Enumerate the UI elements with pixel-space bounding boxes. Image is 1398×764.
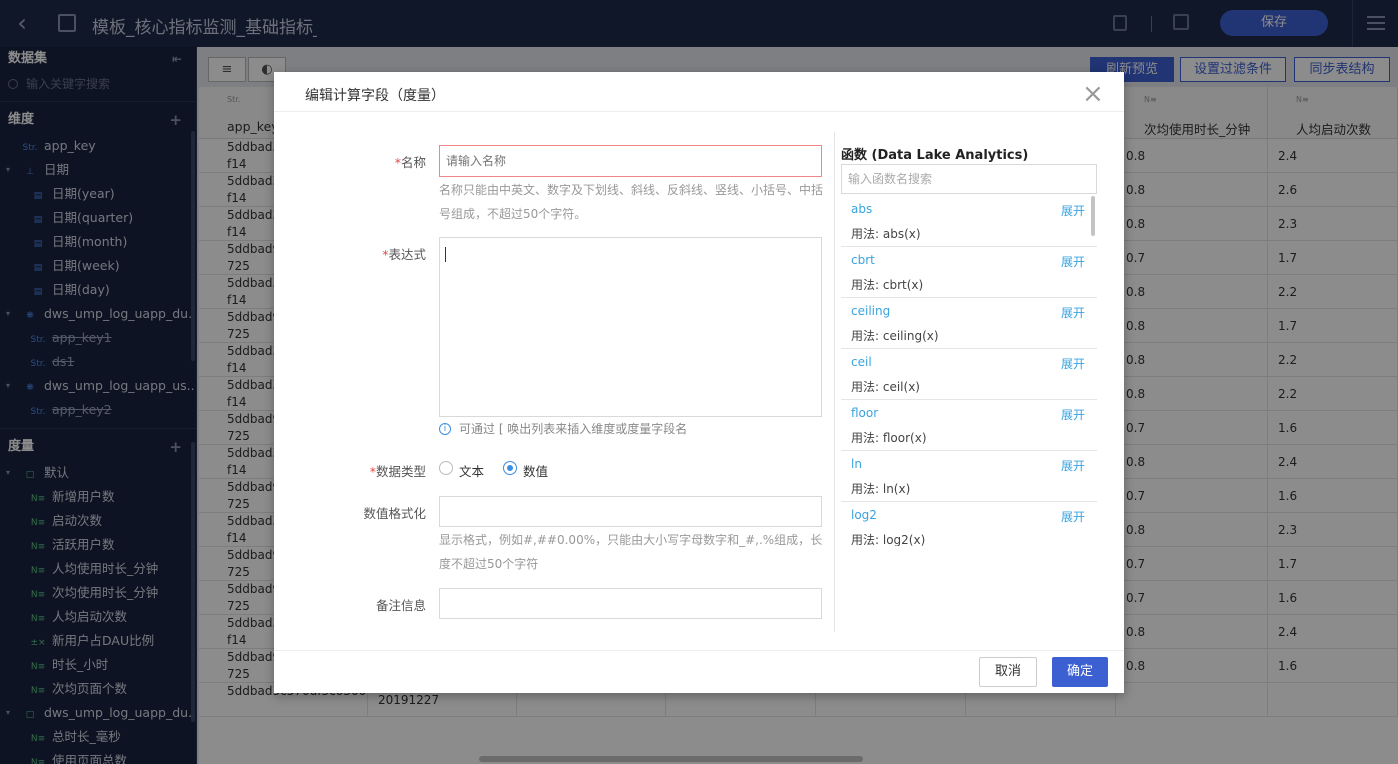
divider (274, 650, 1124, 651)
edit-calculated-field-dialog: 编辑计算字段（度量） × *名称 名称只能由中英文、数字及下划线、斜线、反斜线、… (274, 72, 1124, 693)
function-item[interactable]: abs 展开用法: abs(x) (841, 196, 1097, 247)
function-usage: 用法: log2(x) (851, 533, 926, 546)
type-text-label: 文本 (459, 464, 485, 479)
type-number-label: 数值 (523, 464, 549, 479)
function-item[interactable]: floor 展开用法: floor(x) (841, 400, 1097, 451)
function-name[interactable]: floor (851, 406, 878, 420)
type-number-radio[interactable] (503, 461, 517, 475)
function-item[interactable]: cbrt 展开用法: cbrt(x) (841, 247, 1097, 298)
function-search-input[interactable]: 输入函数名搜索 (841, 164, 1097, 194)
type-text-radio[interactable] (439, 461, 453, 475)
name-label: *名称 (394, 155, 426, 170)
function-name[interactable]: ceil (851, 355, 872, 369)
function-usage: 用法: ln(x) (851, 482, 911, 496)
expression-hint: 可通过 [ 唤出列表来插入维度或度量字段名 (459, 422, 688, 436)
expand-link[interactable]: 展开 (1061, 508, 1085, 525)
function-usage: 用法: cbrt(x) (851, 278, 924, 292)
function-usage: 用法: abs(x) (851, 227, 921, 241)
confirm-button[interactable]: 确定 (1052, 657, 1108, 687)
expand-link[interactable]: 展开 (1061, 253, 1085, 270)
expand-link[interactable]: 展开 (1061, 355, 1085, 372)
expand-link[interactable]: 展开 (1061, 457, 1085, 474)
function-usage: 用法: ceil(x) (851, 380, 920, 394)
expand-link[interactable]: 展开 (1061, 304, 1085, 321)
function-list-scrollbar[interactable] (1091, 196, 1095, 236)
format-hint: 显示格式，例如#,##0.00%，只能由大小写字母数字和_#,.%组成，长度不超… (439, 533, 823, 571)
function-name[interactable]: cbrt (851, 253, 875, 267)
format-label: 数值格式化 (363, 506, 426, 521)
expression-editor[interactable] (439, 237, 822, 417)
name-hint: 名称只能由中英文、数字及下划线、斜线、反斜线、竖线、小括号、中括号组成，不超过5… (439, 183, 824, 221)
function-name[interactable]: abs (851, 202, 872, 216)
expand-link[interactable]: 展开 (1061, 406, 1085, 423)
function-item[interactable]: ceiling 展开用法: ceiling(x) (841, 298, 1097, 349)
info-icon: i (439, 423, 451, 435)
divider (274, 111, 1124, 112)
text-cursor (445, 247, 446, 262)
function-list: abs 展开 用法: abs(x) cbrt 展开 用法: cbrt(x) ceiling 展… (841, 196, 1097, 546)
remark-input[interactable] (439, 588, 822, 619)
function-usage: 用法: floor(x) (851, 431, 927, 445)
dialog-title: 编辑计算字段（度量） (305, 88, 445, 104)
function-name[interactable]: ceiling (851, 304, 890, 318)
function-item[interactable]: ceil 展开用法: ceil(x) (841, 349, 1097, 400)
expand-link[interactable]: 展开 (1061, 202, 1085, 219)
function-item[interactable]: log2 展开用法: log2(x) (841, 502, 1097, 546)
data-type-label: *数据类型 (369, 464, 426, 479)
format-input[interactable] (439, 496, 822, 527)
function-name[interactable]: log2 (851, 508, 877, 522)
function-panel: 函数 (Data Lake Analytics) 输入函数名搜索 abs 展开 用法… (834, 132, 1097, 632)
name-input[interactable] (439, 145, 822, 177)
function-panel-title: 函数 (Data Lake Analytics) (841, 148, 1029, 163)
remark-label: 备注信息 (375, 598, 426, 613)
function-item[interactable]: ln 展开用法: ln(x) (841, 451, 1097, 502)
function-name[interactable]: ln (851, 457, 862, 471)
cancel-button[interactable]: 取消 (979, 657, 1037, 687)
close-icon[interactable]: × (1082, 81, 1104, 107)
expression-label: *表达式 (382, 247, 426, 262)
function-usage: 用法: ceiling(x) (851, 329, 939, 343)
